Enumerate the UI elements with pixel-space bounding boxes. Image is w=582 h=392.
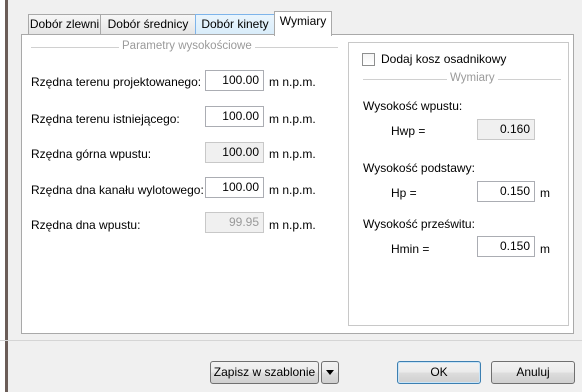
projected-terrain-field[interactable]: 100.00 [205, 70, 264, 91]
cancel-button[interactable]: Anuluj [491, 361, 575, 384]
label-existing-terrain: Rzędna terenu istniejącego: [31, 112, 180, 126]
label-inlet-bottom: Rzędna dna wpustu: [31, 218, 141, 232]
tab-dobor-srednicy[interactable]: Dobór średnicy [100, 14, 196, 35]
save-template-dropdown-button[interactable] [321, 361, 339, 384]
base-height-symbol: Hp = [391, 186, 417, 200]
base-height-field[interactable]: 0.150 [477, 181, 535, 202]
existing-terrain-field[interactable]: 100.00 [205, 106, 264, 127]
clearance-height-unit: m [540, 242, 550, 256]
label-outlet-bottom: Rzędna dna kanału wylotowego: [31, 183, 204, 197]
tab-wymiary[interactable]: Wymiary [274, 11, 332, 36]
inlet-height-field: 0.160 [477, 119, 535, 140]
base-height-unit: m [540, 186, 550, 200]
label-projected-terrain: Rzędna terenu projektowanego: [31, 75, 202, 89]
footer-divider [0, 340, 582, 341]
tab-dobor-kinety[interactable]: Dobór kinety [195, 14, 275, 35]
height-parameters-group: Parametry wysokościowe Rzędna terenu pro… [22, 35, 350, 333]
dimensions-panel: Dodaj kosz osadnikowy Wymiary Wysokość w… [348, 42, 569, 326]
unit-inlet-top: m n.p.m. [269, 147, 316, 161]
clearance-height-symbol: Hmin = [391, 242, 430, 256]
clearance-height-field[interactable]: 0.150 [477, 236, 535, 257]
unit-outlet-bottom: m n.p.m. [269, 183, 316, 197]
window-edge [0, 0, 8, 392]
tab-panel-wymiary: Parametry wysokościowe Rzędna terenu pro… [21, 34, 574, 334]
chevron-down-icon [326, 370, 334, 376]
sump-basket-label[interactable]: Dodaj kosz osadnikowy [381, 52, 506, 66]
unit-inlet-bottom: m n.p.m. [269, 218, 316, 232]
save-template-button[interactable]: Zapisz w szablonie [210, 361, 319, 384]
inlet-bottom-field: 99.95 [205, 212, 264, 233]
inlet-height-symbol: Hwp = [391, 124, 426, 138]
sump-basket-checkbox[interactable] [362, 53, 375, 66]
inlet-top-field: 100.00 [205, 142, 264, 163]
outlet-bottom-field[interactable]: 100.00 [205, 177, 264, 198]
group-title-dimensions: Wymiary [447, 72, 498, 84]
unit-existing-terrain: m n.p.m. [269, 112, 316, 126]
ok-button[interactable]: OK [397, 361, 481, 384]
label-inlet-top: Rzędna górna wpustu: [31, 147, 152, 161]
clearance-height-label: Wysokość prześwitu: [363, 217, 475, 231]
unit-projected-terrain: m n.p.m. [269, 75, 316, 89]
group-title-height-params: Parametry wysokościowe [119, 40, 255, 52]
inlet-height-label: Wysokość wpustu: [363, 99, 463, 113]
base-height-label: Wysokość podstawy: [363, 161, 475, 175]
tab-dobor-zlewni[interactable]: Dobór zlewni [28, 14, 101, 35]
